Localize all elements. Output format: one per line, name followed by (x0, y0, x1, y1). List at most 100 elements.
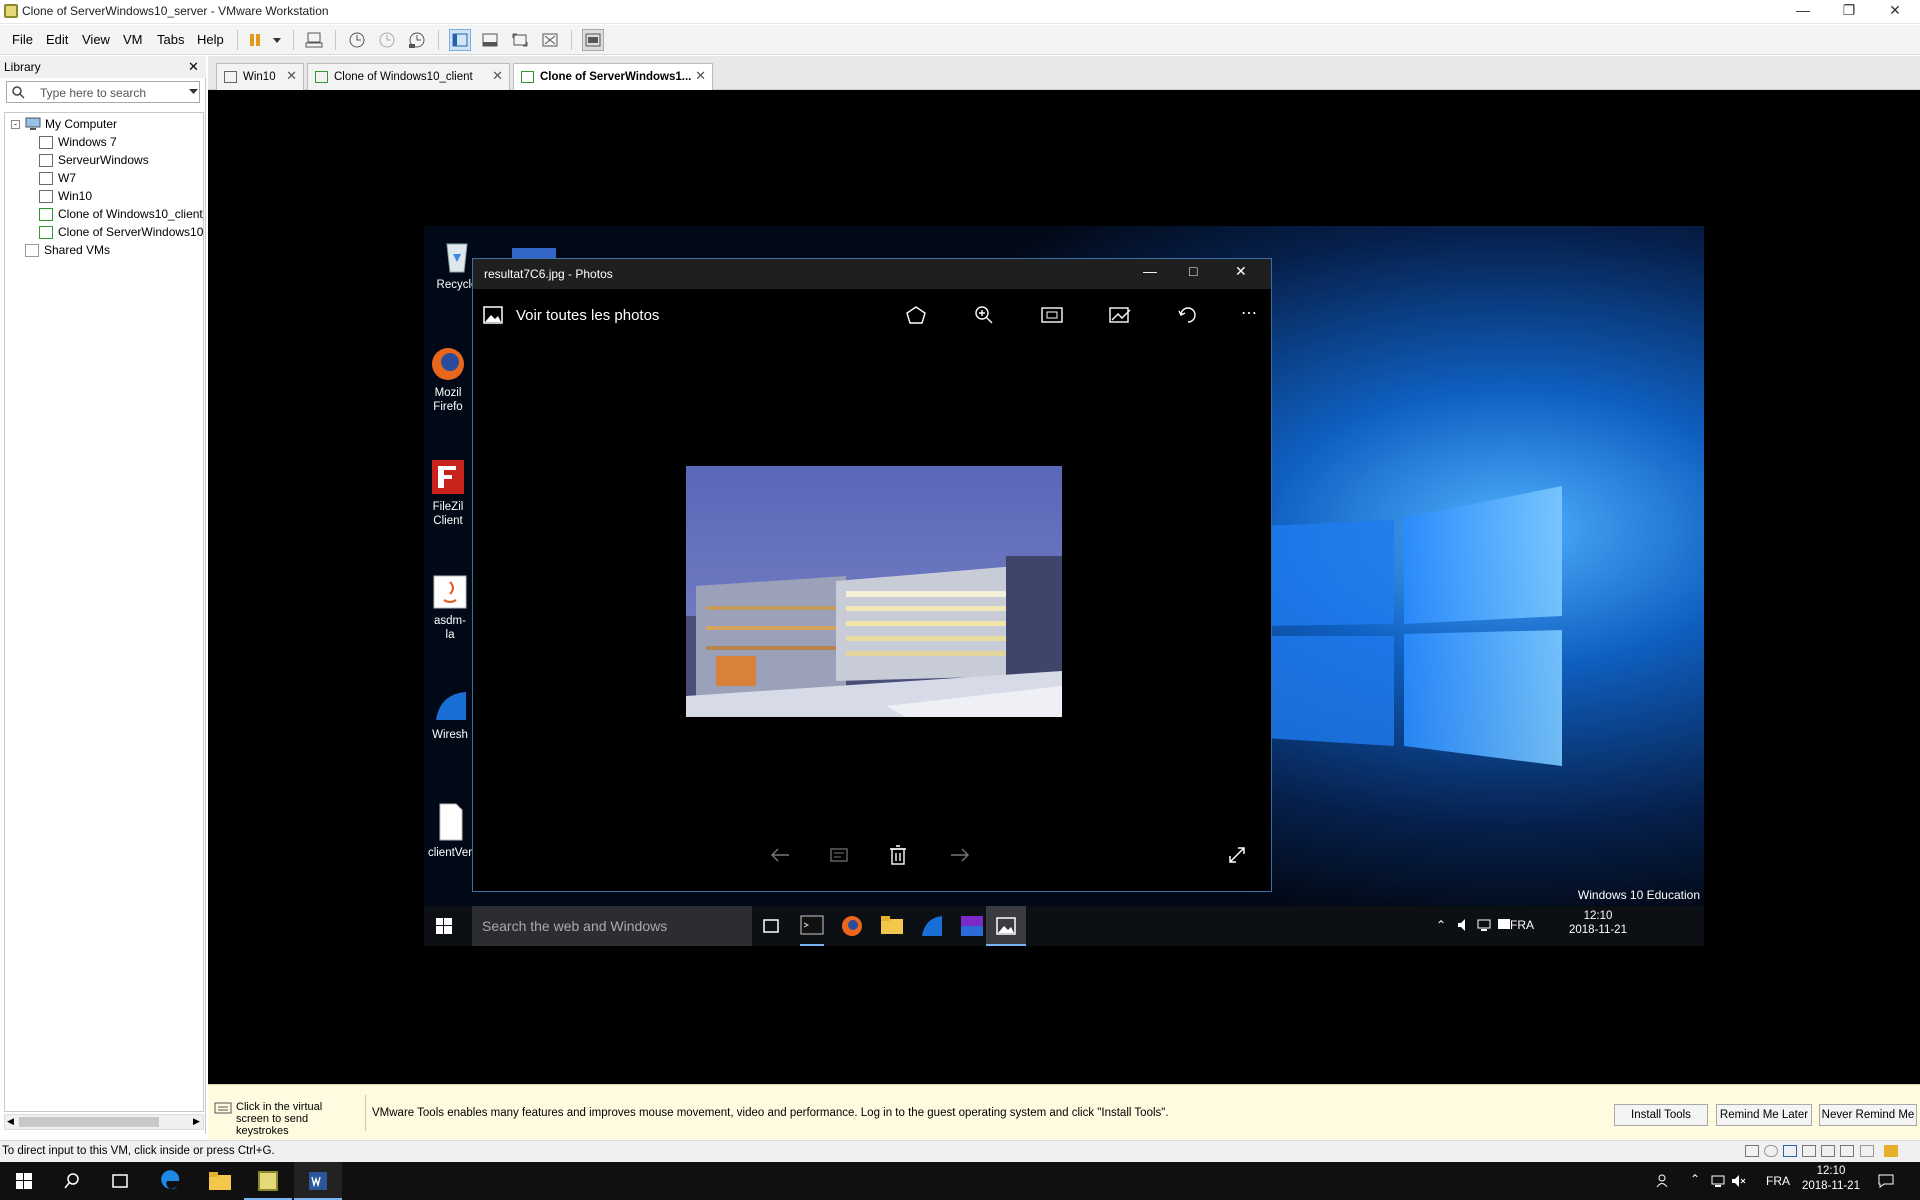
tree-item-windows7[interactable]: Windows 7 (5, 133, 203, 151)
host-task-view-icon[interactable] (96, 1162, 144, 1200)
console-view-icon[interactable] (582, 29, 604, 51)
tab-close-icon[interactable]: ✕ (695, 68, 706, 84)
remind-me-later-button[interactable]: Remind Me Later (1716, 1104, 1812, 1126)
full-screen-icon[interactable] (509, 29, 531, 51)
restore-button[interactable]: ❐ (1826, 0, 1872, 22)
people-icon[interactable] (1656, 1173, 1672, 1192)
task-view-icon[interactable] (762, 917, 780, 938)
cmd-taskbar-icon[interactable] (800, 915, 824, 938)
filezilla-desktop-icon[interactable]: FileZil Client (430, 458, 466, 528)
thumbnail-bar-icon[interactable] (479, 29, 501, 51)
photos-collection-icon[interactable] (483, 305, 503, 328)
snapshot-manager-icon[interactable] (406, 29, 428, 51)
vmware-taskbar-icon[interactable] (244, 1162, 292, 1200)
guest-clock[interactable]: 12:10 2018-11-21 (1566, 910, 1630, 936)
menu-view[interactable]: View (82, 32, 110, 47)
tab-close-icon[interactable]: ✕ (286, 68, 297, 84)
file-explorer-taskbar-icon[interactable] (880, 915, 904, 938)
network-icon[interactable] (1476, 917, 1492, 936)
menu-vm[interactable]: VM (123, 32, 143, 47)
host-network-icon[interactable] (1710, 1173, 1726, 1192)
wireshark-desktop-icon[interactable]: Wiresh (430, 688, 470, 742)
tree-item-clone-server[interactable]: Clone of ServerWindows10_server (5, 223, 203, 241)
volume-icon[interactable] (1456, 917, 1472, 936)
show-library-icon[interactable] (449, 29, 471, 51)
host-search-icon[interactable] (48, 1162, 96, 1200)
library-horizontal-scrollbar[interactable]: ◀ ▶ (4, 1114, 204, 1130)
photos-app-window[interactable]: resultat7C6.jpg - Photos — □ ✕ Voir tout… (472, 258, 1272, 892)
zoom-icon[interactable] (973, 305, 995, 328)
next-photo-icon[interactable] (949, 847, 971, 866)
host-notifications-icon[interactable] (1878, 1173, 1894, 1192)
photos-minimize-button[interactable]: — (1143, 263, 1157, 279)
hex-editor-taskbar-icon[interactable] (960, 914, 984, 941)
menu-tabs[interactable]: Tabs (157, 32, 184, 47)
tree-item-serveurwindows[interactable]: ServeurWindows (5, 151, 203, 169)
see-all-photos-link[interactable]: Voir toutes les photos (516, 307, 659, 324)
host-language-indicator[interactable]: FRA (1766, 1174, 1790, 1188)
search-dropdown-icon[interactable] (189, 89, 198, 95)
printer-icon[interactable] (1802, 1145, 1816, 1157)
never-remind-me-button[interactable]: Never Remind Me (1819, 1104, 1917, 1126)
sound-card-icon[interactable] (1821, 1145, 1835, 1157)
tree-my-computer[interactable]: - My Computer (5, 115, 203, 133)
tray-overflow-icon[interactable]: ⌃ (1436, 918, 1446, 932)
guest-search-box[interactable]: Search the web and Windows (472, 906, 752, 946)
slideshow-icon[interactable] (1041, 305, 1063, 328)
previous-photo-icon[interactable] (769, 847, 791, 866)
edge-taskbar-icon[interactable] (146, 1162, 194, 1200)
hard-disk-icon[interactable] (1745, 1145, 1759, 1157)
clientver-desktop-icon[interactable]: clientVer (426, 802, 474, 860)
share-icon[interactable] (905, 305, 927, 328)
host-file-explorer-icon[interactable] (196, 1162, 244, 1200)
tab-close-icon[interactable]: ✕ (492, 68, 503, 84)
delete-icon[interactable] (889, 845, 907, 868)
tab-clone-serverwindows10[interactable]: Clone of ServerWindows1... ✕ (513, 63, 713, 90)
network-adapter-icon[interactable] (1783, 1145, 1797, 1157)
cd-drive-icon[interactable] (1764, 1145, 1778, 1157)
send-ctrl-alt-del-icon[interactable] (303, 29, 325, 51)
library-search-input[interactable]: Type here to search (6, 81, 200, 103)
host-tray-overflow-icon[interactable]: ⌃ (1690, 1172, 1700, 1186)
guest-start-icon[interactable] (436, 918, 452, 937)
rotate-icon[interactable] (1177, 305, 1199, 328)
photos-close-button[interactable]: ✕ (1235, 263, 1247, 280)
asdm-desktop-icon[interactable]: asdm-la (430, 574, 470, 642)
close-button[interactable]: ✕ (1872, 0, 1918, 22)
tree-shared-vms[interactable]: Shared VMs (5, 241, 203, 259)
revert-snapshot-icon[interactable] (376, 29, 398, 51)
firefox-taskbar-icon[interactable] (840, 914, 864, 941)
desktop-icon-partial[interactable] (512, 248, 556, 258)
usb-device-icon[interactable] (1840, 1145, 1854, 1157)
scrollbar-thumb[interactable] (19, 1117, 159, 1127)
full-screen-photo-icon[interactable] (1227, 845, 1247, 868)
host-clock[interactable]: 12:10 2018-11-21 (1796, 1165, 1866, 1192)
edit-photo-icon[interactable] (1109, 305, 1131, 328)
pause-icon[interactable] (244, 29, 266, 51)
message-log-icon[interactable] (1884, 1145, 1898, 1157)
scroll-right-icon[interactable]: ▶ (193, 1116, 200, 1127)
guest-language-indicator[interactable]: FRA (1510, 918, 1534, 932)
menu-edit[interactable]: Edit (46, 32, 68, 47)
tree-item-clone-client[interactable]: Clone of Windows10_client (5, 205, 203, 223)
wireshark-taskbar-icon[interactable] (920, 914, 944, 941)
host-volume-muted-icon[interactable] (1730, 1173, 1746, 1192)
display-icon[interactable] (1860, 1145, 1874, 1157)
install-tools-button[interactable]: Install Tools (1614, 1104, 1708, 1126)
host-start-icon[interactable] (0, 1162, 48, 1200)
tab-clone-windows10-client[interactable]: Clone of Windows10_client ✕ (307, 63, 510, 90)
menu-file[interactable]: File (12, 32, 33, 47)
tree-item-w7[interactable]: W7 (5, 169, 203, 187)
filmstrip-icon[interactable] (829, 847, 849, 866)
more-options-icon[interactable]: ⋯ (1241, 303, 1257, 323)
collapse-icon[interactable]: - (11, 119, 20, 129)
word-taskbar-icon[interactable] (294, 1162, 342, 1200)
unity-icon[interactable] (539, 29, 561, 51)
firefox-desktop-icon[interactable]: Mozil Firefo (430, 346, 466, 414)
tree-item-win10[interactable]: Win10 (5, 187, 203, 205)
snapshot-icon[interactable] (346, 29, 368, 51)
menu-help[interactable]: Help (197, 32, 224, 47)
dropdown-arrow-icon[interactable] (266, 29, 288, 51)
photos-maximize-button[interactable]: □ (1189, 263, 1197, 279)
library-close-icon[interactable]: ✕ (188, 59, 199, 75)
